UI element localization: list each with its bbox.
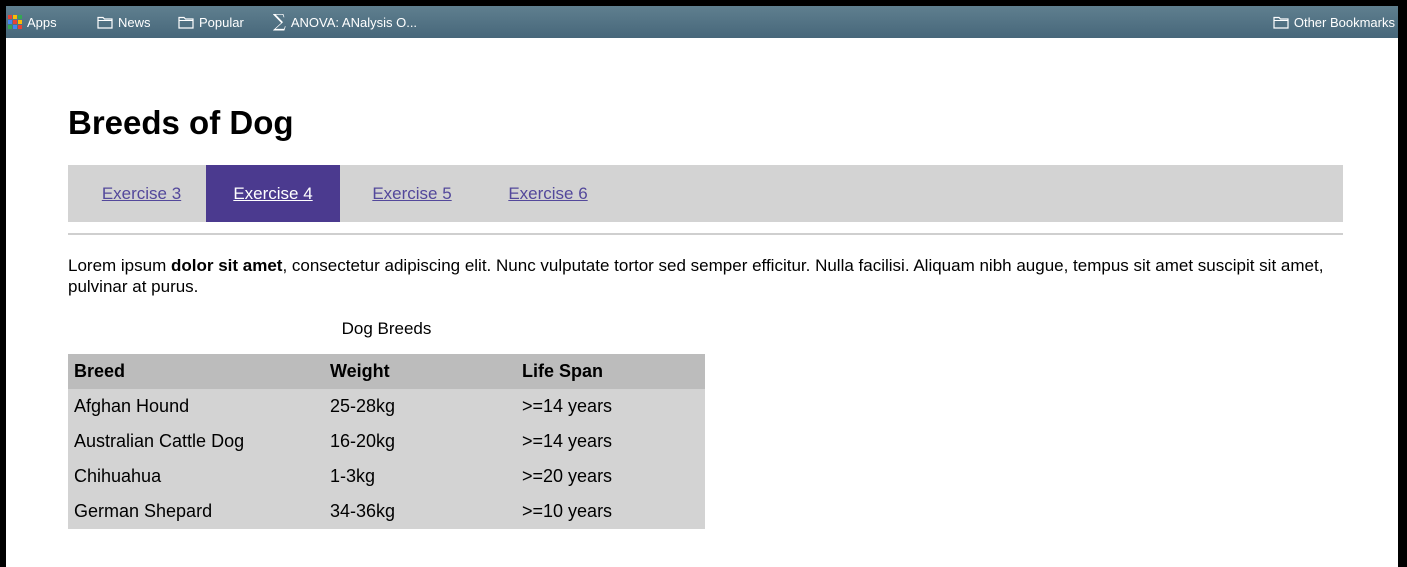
tab-exercise-3[interactable]: Exercise 3 (68, 165, 206, 222)
table-caption: Dog Breeds (341, 319, 432, 338)
cell-weight: 25-28kg (330, 396, 396, 416)
folder-icon (97, 16, 113, 29)
tab-exercise-4[interactable]: Exercise 4 (206, 165, 340, 222)
cell-weight: 34-36kg (330, 501, 396, 521)
cell-breed: Afghan Hound (74, 396, 190, 416)
cell-breed: German Shepard (74, 501, 213, 521)
cell-life-span: >=20 years (522, 466, 613, 486)
bookmark-other-label: Other Bookmarks (1293, 14, 1395, 30)
header-weight: Weight (330, 361, 390, 381)
bookmark-news[interactable]: News (97, 6, 151, 38)
table-row: Afghan Hound 25-28kg >=14 years (68, 389, 705, 424)
cell-weight: 1-3kg (330, 466, 376, 486)
cell-breed: Chihuahua (74, 466, 162, 486)
intro-bold-text: dolor sit amet (170, 256, 283, 275)
bookmark-anova[interactable]: ∑ ANOVA: ANalysis O... (273, 6, 417, 38)
cell-life-span: >=14 years (522, 431, 613, 451)
header-breed: Breed (74, 361, 126, 381)
sigma-icon: ∑ (273, 11, 286, 32)
bookmarks-bar: Apps News Popular ∑ ANOVA: ANalysis O... (6, 6, 1398, 38)
intro-text-start: Lorem ipsum (68, 256, 171, 275)
cell-breed: Australian Cattle Dog (74, 431, 245, 451)
table-row: Chihuahua 1-3kg >=20 years (68, 459, 705, 494)
folder-icon (1273, 16, 1289, 29)
table-row: Australian Cattle Dog 16-20kg >=14 years (68, 424, 705, 459)
bookmark-popular-label: Popular (199, 14, 244, 30)
bookmark-anova-label: ANOVA: ANalysis O... (290, 14, 418, 30)
bookmark-news-label: News (118, 14, 151, 30)
tab-exercise-5[interactable]: Exercise 5 (340, 165, 478, 222)
table-row: German Shepard 34-36kg >=10 years (68, 494, 705, 529)
page-title: Breeds of Dog (68, 104, 294, 141)
bookmark-apps-label: Apps (27, 14, 57, 30)
breeds-table: Breed Weight Life Span Afghan Hound 25-2… (68, 354, 705, 529)
cell-life-span: >=10 years (522, 501, 613, 521)
tab-exercise-6[interactable]: Exercise 6 (478, 165, 616, 222)
apps-grid-icon (8, 15, 22, 29)
exercise-nav: Exercise 3 Exercise 4 Exercise 5 Exercis… (68, 165, 1343, 222)
intro-paragraph: Lorem ipsum dolor sit amet, consectetur … (68, 255, 1358, 297)
horizontal-rule (68, 233, 1343, 235)
bookmark-popular[interactable]: Popular (178, 6, 244, 38)
bookmark-apps[interactable]: Apps (8, 6, 57, 38)
table-header-row: Breed Weight Life Span (68, 354, 705, 389)
browser-window: Apps News Popular ∑ ANOVA: ANalysis O... (6, 6, 1398, 567)
folder-icon (178, 16, 194, 29)
bookmark-other[interactable]: Other Bookmarks (1273, 6, 1395, 38)
cell-weight: 16-20kg (330, 431, 396, 451)
header-life-span: Life Span (522, 361, 604, 381)
cell-life-span: >=14 years (522, 396, 613, 416)
